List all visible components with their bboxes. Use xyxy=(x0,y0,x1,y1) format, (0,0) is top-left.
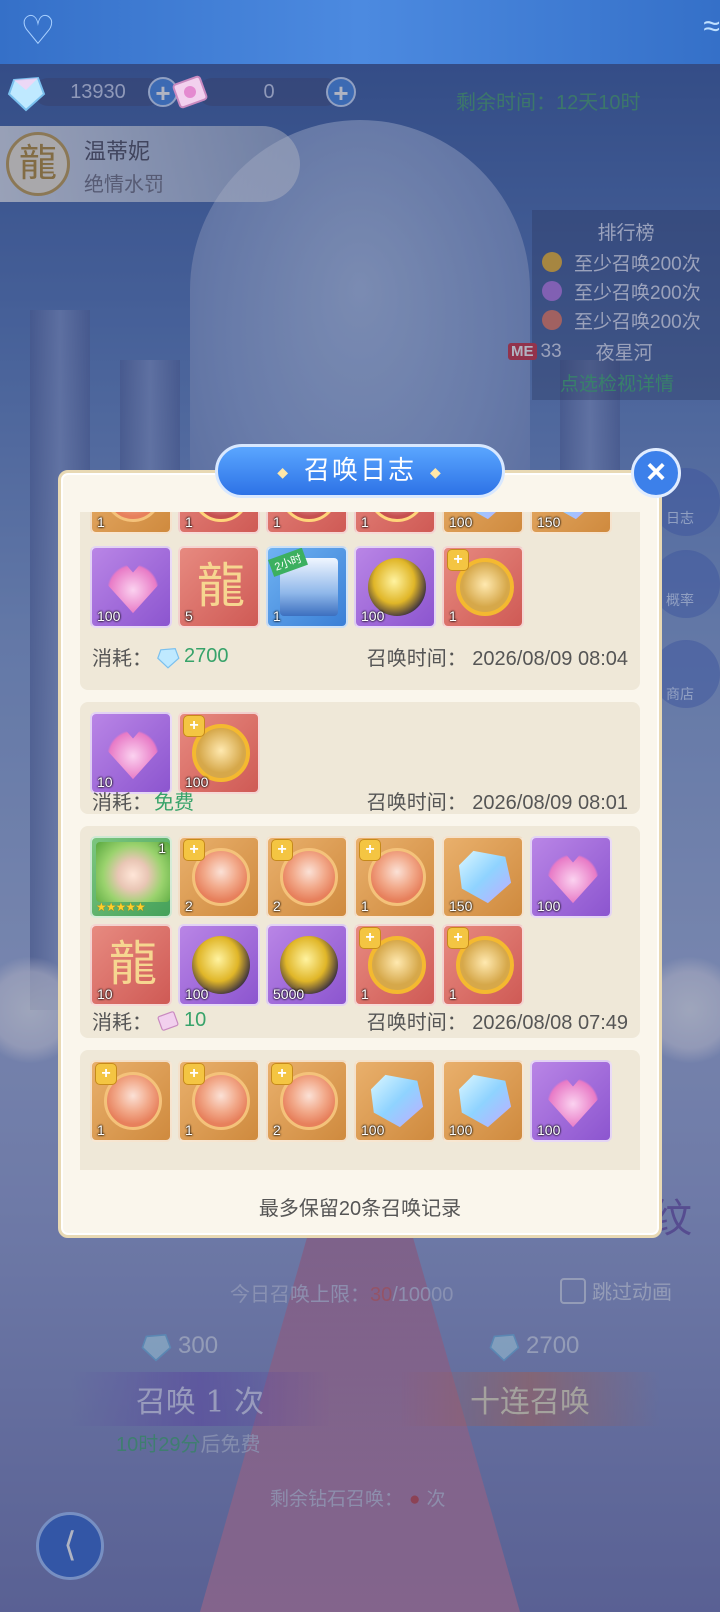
reward-item[interactable]: 150 xyxy=(530,512,612,534)
reward-item[interactable]: 1 xyxy=(354,512,436,534)
puzzle-icon: + xyxy=(184,840,204,860)
log-entry: +1 +1 +2 100 100 100 xyxy=(80,1050,640,1170)
puzzle-icon: + xyxy=(448,550,468,570)
reward-item[interactable]: +2 xyxy=(266,836,348,918)
reward-item[interactable]: +1 xyxy=(354,924,436,1006)
log-entry: 10 +100 消耗： 免费 召唤时间： 2026/08/09 08:01 xyxy=(80,702,640,814)
puzzle-icon: + xyxy=(272,840,292,860)
reward-item[interactable]: 100 xyxy=(530,1060,612,1142)
log-time: 召唤时间： 2026/08/09 08:04 xyxy=(366,648,628,670)
reward-item[interactable]: 100 xyxy=(442,1060,524,1142)
log-time: 召唤时间： 2026/08/08 07:49 xyxy=(366,1012,628,1034)
reward-item[interactable]: 100 xyxy=(178,924,260,1006)
reward-item[interactable]: +1 xyxy=(354,836,436,918)
reward-item[interactable]: 100 xyxy=(354,1060,436,1142)
reward-item[interactable]: +2 xyxy=(178,836,260,918)
reward-item[interactable]: 2小时 1 xyxy=(266,546,348,628)
log-entry: 1 1 1 1 100 150 100 龍5 2小时 1 100 +1 消耗： 27… xyxy=(80,512,640,690)
reward-item[interactable]: 100 xyxy=(354,546,436,628)
modal-title: ◆ 召唤日志 ◆ xyxy=(215,444,505,498)
log-cost: 消耗： 2700 xyxy=(92,645,229,670)
log-cost: 消耗： 免费 xyxy=(92,792,194,814)
log-entry: ★★★★★ 1 +2 +2 +1 150 100 龍 10 100 5000 +1 … xyxy=(80,826,640,1038)
dragon-icon: 龍 xyxy=(196,560,245,613)
diamond-icon xyxy=(157,647,180,669)
reward-item[interactable]: +1 xyxy=(442,546,524,628)
puzzle-icon: + xyxy=(360,928,380,948)
puzzle-icon: + xyxy=(272,1064,292,1084)
log-time: 召唤时间： 2026/08/09 08:01 xyxy=(366,792,628,814)
reward-item[interactable]: 龍 10 xyxy=(90,924,172,1006)
puzzle-icon: + xyxy=(184,1064,204,1084)
reward-item[interactable]: 100 xyxy=(530,836,612,918)
top-banner: ♡ ≈ xyxy=(0,0,720,64)
close-button[interactable]: × xyxy=(631,448,681,498)
star-rating: ★★★★★ xyxy=(96,900,146,914)
reward-item[interactable]: +1 xyxy=(178,1060,260,1142)
reward-item[interactable]: 龍5 xyxy=(178,546,260,628)
summon-ticket-icon xyxy=(172,75,208,109)
puzzle-icon: + xyxy=(448,928,468,948)
reward-item[interactable]: 1 xyxy=(90,512,172,534)
reward-item[interactable]: 10 xyxy=(90,712,172,794)
wave-icon: ≈ xyxy=(703,10,720,43)
puzzle-icon: + xyxy=(96,1064,116,1084)
reward-item[interactable]: 150 xyxy=(442,836,524,918)
diamond-icon xyxy=(7,76,46,112)
summon-log-list[interactable]: 1 1 1 1 100 150 100 龍5 2小时 1 100 +1 消耗： 27… xyxy=(80,512,640,1170)
reward-item[interactable]: ★★★★★ 1 xyxy=(90,836,172,918)
log-cost: 消耗： 10 xyxy=(92,1009,207,1034)
puzzle-icon: + xyxy=(184,716,204,736)
puzzle-icon: + xyxy=(360,840,380,860)
reward-item[interactable]: +1 xyxy=(442,924,524,1006)
reward-item[interactable]: 5000 xyxy=(266,924,348,1006)
summon-ticket-icon xyxy=(157,1010,179,1031)
reward-item[interactable]: 1 xyxy=(178,512,260,534)
heart-arrow-icon: ♡ xyxy=(20,9,56,53)
reward-item[interactable]: 1 xyxy=(266,512,348,534)
reward-item[interactable]: 100 xyxy=(90,546,172,628)
reward-item[interactable]: +2 xyxy=(266,1060,348,1142)
log-retention-note: 最多保留20条召唤记录 xyxy=(258,1198,462,1220)
reward-item[interactable]: 100 xyxy=(442,512,524,534)
reward-item[interactable]: +100 xyxy=(178,712,260,794)
reward-item[interactable]: +1 xyxy=(90,1060,172,1142)
